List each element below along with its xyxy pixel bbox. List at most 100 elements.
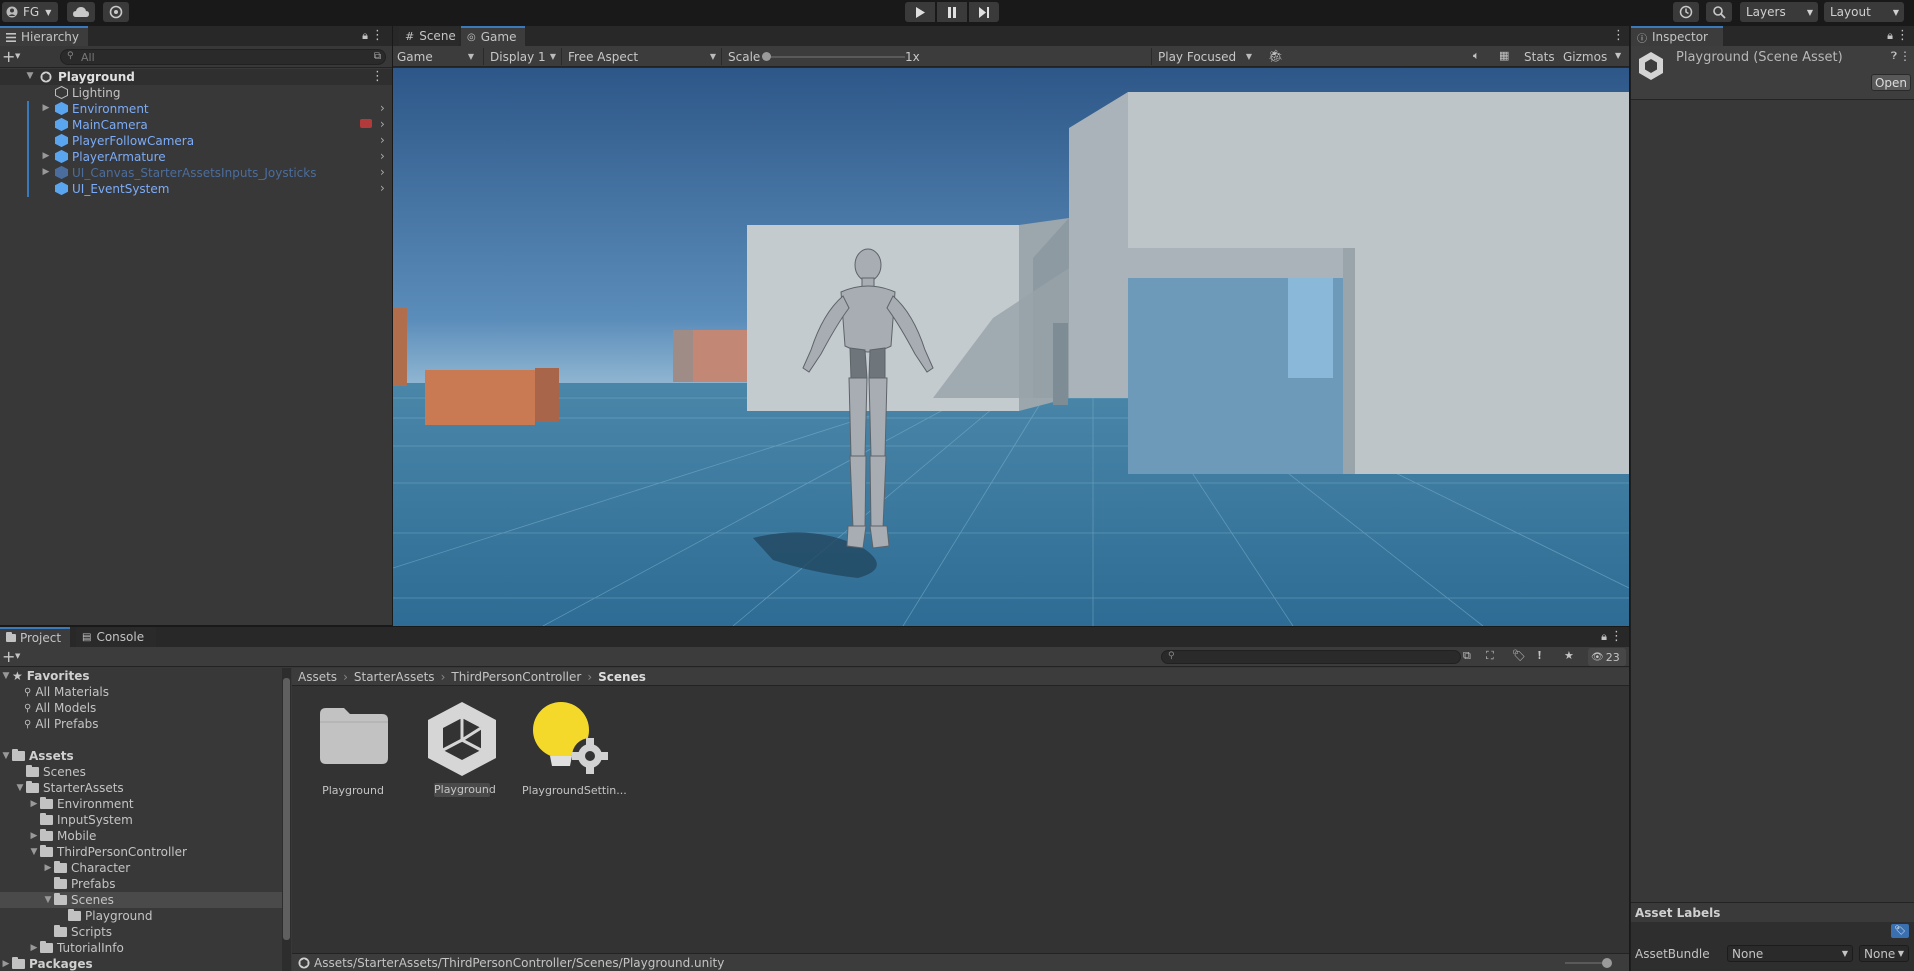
layers-dropdown[interactable]: Layers ▼ bbox=[1740, 2, 1818, 22]
warning-icon[interactable]: ❗︎ bbox=[1538, 649, 1541, 663]
lock-icon[interactable]: 🔒︎ bbox=[1601, 630, 1607, 644]
icon-size-slider-handle[interactable] bbox=[1602, 958, 1612, 968]
hierarchy-item[interactable]: MainCamera › bbox=[0, 117, 392, 133]
tree-scrollbar[interactable] bbox=[282, 668, 291, 971]
expand-arrow-icon[interactable]: ▶ bbox=[28, 799, 40, 809]
tree-item[interactable]: ▼ Assets bbox=[0, 748, 282, 764]
expand-arrow-icon[interactable]: ▶ bbox=[40, 103, 52, 113]
expand-arrow-icon[interactable]: ▼ bbox=[0, 751, 12, 761]
tree-item[interactable]: ▼ ThirdPersonController bbox=[0, 844, 282, 860]
more-options-icon[interactable]: ⋮ bbox=[1899, 49, 1911, 63]
add-icon[interactable]: + bbox=[2, 647, 15, 666]
tab-scene[interactable]: # Scene bbox=[399, 26, 459, 46]
tag-icon[interactable]: 🏷︎ bbox=[1891, 924, 1909, 938]
tree-item[interactable]: Scripts bbox=[0, 924, 282, 940]
hierarchy-item[interactable]: PlayerFollowCamera › bbox=[0, 133, 392, 149]
tree-item[interactable]: ▼ StarterAssets bbox=[0, 780, 282, 796]
expand-arrow-icon[interactable]: ▼ bbox=[42, 895, 54, 905]
aspect-dropdown[interactable]: Free Aspect ▼ bbox=[561, 48, 719, 65]
play-mode-dropdown[interactable]: Play Focused ▼ bbox=[1151, 48, 1255, 65]
expand-arrow-icon[interactable]: ▶ bbox=[40, 151, 52, 161]
account-dropdown[interactable]: FG ▼ bbox=[2, 2, 58, 22]
tab-inspector[interactable]: ⓘ Inspector bbox=[1631, 26, 1723, 46]
lock-icon[interactable]: 🔒︎ bbox=[362, 29, 368, 43]
scale-slider-track[interactable] bbox=[765, 56, 905, 58]
expand-arrow-icon[interactable]: ▶ bbox=[0, 959, 12, 969]
expand-arrow-icon[interactable]: ▶ bbox=[28, 831, 40, 841]
asset-tile-selected[interactable]: Playground bbox=[420, 698, 502, 798]
hierarchy-item[interactable]: ▶ UI_Canvas_StarterAssetsInputs_Joysticks… bbox=[0, 165, 392, 181]
speaker-icon[interactable]: 🔈︎ bbox=[1473, 49, 1480, 63]
collab-button[interactable] bbox=[103, 2, 129, 22]
breadcrumb-item[interactable]: Assets bbox=[298, 670, 337, 684]
layout-dropdown[interactable]: Layout ▼ bbox=[1824, 2, 1904, 22]
hierarchy-item[interactable]: UI_EventSystem › bbox=[0, 181, 392, 197]
tree-item[interactable]: ▶ Mobile bbox=[0, 828, 282, 844]
scene-header[interactable]: ▼ Playground ⋮ bbox=[0, 69, 392, 85]
filter-icon[interactable]: ⧉ bbox=[374, 51, 381, 62]
assetbundle-variant-dropdown[interactable]: None ▼ bbox=[1859, 945, 1909, 962]
undo-history-button[interactable] bbox=[1673, 2, 1699, 22]
expand-arrow-icon[interactable]: ▼ bbox=[28, 847, 40, 857]
help-icon[interactable]: ❓︎ bbox=[1891, 51, 1897, 62]
scale-slider-handle[interactable] bbox=[762, 52, 771, 61]
favorite-item[interactable]: ⚲ All Prefabs bbox=[24, 716, 99, 732]
tree-item[interactable]: Playground bbox=[0, 908, 282, 924]
game-viewport[interactable] bbox=[393, 68, 1629, 626]
chevron-right-icon[interactable]: › bbox=[380, 181, 385, 195]
tree-item[interactable]: InputSystem bbox=[0, 812, 282, 828]
chevron-down-icon[interactable]: ▼ bbox=[15, 652, 20, 660]
tree-item[interactable]: Scenes bbox=[0, 764, 282, 780]
breadcrumb-current[interactable]: Scenes bbox=[598, 670, 646, 684]
tab-console[interactable]: ▤ Console bbox=[76, 627, 156, 647]
tree-item[interactable]: ▶ TutorialInfo bbox=[0, 940, 282, 956]
display-dropdown[interactable]: Display 1 ▼ bbox=[483, 48, 559, 65]
hierarchy-item[interactable]: ▶ PlayerArmature › bbox=[0, 149, 392, 165]
asset-tile[interactable]: PlaygroundSettin... bbox=[522, 698, 627, 798]
hidden-packages-toggle[interactable]: 👁︎ 23 bbox=[1588, 648, 1626, 666]
chevron-right-icon[interactable]: › bbox=[380, 101, 385, 115]
tree-item[interactable]: ▶ Character bbox=[0, 860, 282, 876]
tree-item[interactable]: ▶ Packages bbox=[0, 956, 282, 971]
play-button[interactable] bbox=[905, 2, 935, 22]
favorite-item[interactable]: ⚲ All Models bbox=[24, 700, 96, 716]
hierarchy-item[interactable]: ▶ Environment › bbox=[0, 101, 392, 117]
lock-icon[interactable]: 🔒︎ bbox=[1887, 29, 1893, 43]
pause-button[interactable] bbox=[937, 2, 967, 22]
asset-tile[interactable]: Playground bbox=[312, 698, 394, 798]
more-options-icon[interactable]: ⋮ bbox=[371, 69, 384, 84]
favorites-header[interactable]: ▼ ★ Favorites bbox=[0, 668, 282, 684]
chevron-down-icon[interactable]: ▼ bbox=[1615, 51, 1621, 60]
more-options-icon[interactable]: ⋮ bbox=[371, 28, 384, 43]
filter-type-icon[interactable]: ⛶ bbox=[1486, 649, 1494, 663]
stats-button[interactable]: Stats bbox=[1524, 50, 1555, 64]
more-options-icon[interactable]: ⋮ bbox=[1896, 28, 1909, 43]
tree-item[interactable]: ▶ Environment bbox=[0, 796, 282, 812]
tab-project[interactable]: Project bbox=[0, 627, 70, 647]
expand-arrow-icon[interactable]: ▶ bbox=[28, 943, 40, 953]
expand-arrow-icon[interactable]: ▼ bbox=[24, 71, 36, 81]
project-search[interactable]: ⚲ bbox=[1161, 650, 1461, 664]
hierarchy-item[interactable]: Lighting bbox=[0, 85, 392, 101]
game-mode-dropdown[interactable]: Game ▼ bbox=[397, 48, 477, 65]
star-icon[interactable]: ★ bbox=[1564, 649, 1574, 662]
step-button[interactable] bbox=[969, 2, 999, 22]
tab-hierarchy[interactable]: Hierarchy bbox=[0, 26, 88, 46]
chevron-right-icon[interactable]: › bbox=[380, 117, 385, 131]
chevron-right-icon[interactable]: › bbox=[380, 133, 385, 147]
more-options-icon[interactable]: ⋮ bbox=[1610, 629, 1623, 644]
label-icon[interactable]: 🏷︎ bbox=[1512, 649, 1526, 662]
add-icon[interactable]: + bbox=[2, 47, 15, 66]
breadcrumb-item[interactable]: StarterAssets bbox=[354, 670, 435, 684]
assetbundle-dropdown[interactable]: None ▼ bbox=[1727, 945, 1853, 962]
expand-arrow-icon[interactable]: ▶ bbox=[42, 863, 54, 873]
more-options-icon[interactable]: ⋮ bbox=[1612, 28, 1625, 43]
search-options-icon[interactable]: ⧉ bbox=[1463, 649, 1471, 663]
chevron-down-icon[interactable]: ▼ bbox=[15, 52, 20, 60]
search-button[interactable] bbox=[1706, 2, 1732, 22]
expand-arrow-icon[interactable]: ▼ bbox=[14, 783, 26, 793]
cloud-button[interactable] bbox=[67, 2, 95, 22]
open-button[interactable]: Open bbox=[1871, 74, 1911, 91]
expand-arrow-icon[interactable]: ▶ bbox=[40, 167, 52, 177]
tree-item[interactable]: Prefabs bbox=[0, 876, 282, 892]
